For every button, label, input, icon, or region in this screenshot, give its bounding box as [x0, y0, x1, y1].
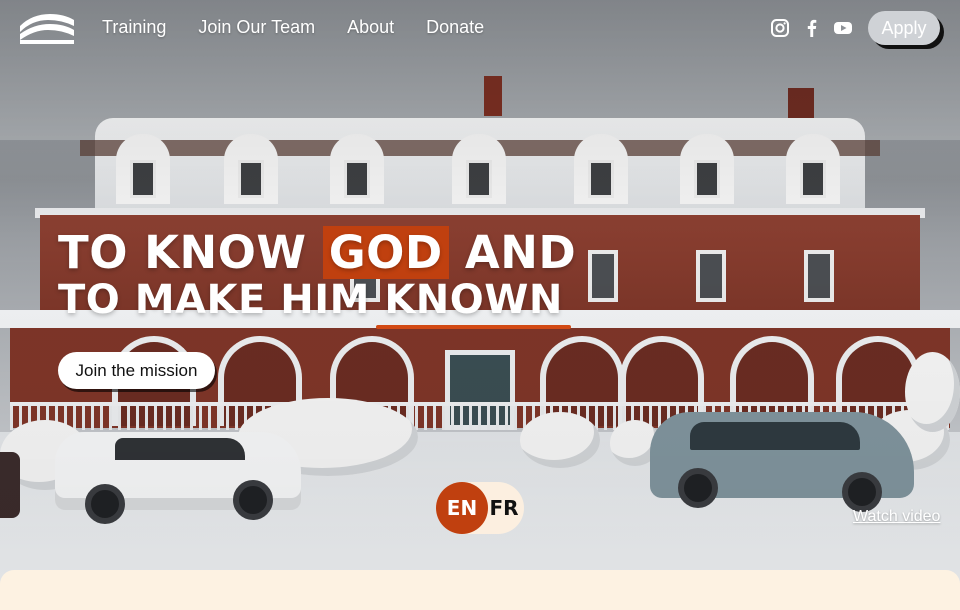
language-option-en[interactable]: EN: [436, 482, 488, 534]
nav-link-about[interactable]: About: [347, 17, 394, 38]
watch-video-link[interactable]: Watch video: [853, 508, 940, 526]
nav-link-join-our-team[interactable]: Join Our Team: [198, 17, 315, 38]
instagram-icon[interactable]: [770, 18, 790, 38]
headline-line-2: TO MAKE HIM KNOWN: [58, 278, 576, 322]
hero-headline: TO KNOW GOD AND TO MAKE HIM KNOWN: [58, 226, 577, 322]
facebook-icon[interactable]: [802, 18, 822, 38]
headline-text: TO KNOW: [58, 226, 323, 279]
logo-icon[interactable]: [18, 12, 76, 44]
language-option-fr[interactable]: FR: [486, 482, 522, 534]
next-section-panel: [0, 570, 960, 610]
headline-line-1: TO KNOW GOD AND: [58, 226, 577, 279]
headline-highlight-god: GOD: [322, 226, 449, 279]
nav-links: Training Join Our Team About Donate: [102, 17, 484, 38]
nav-link-donate[interactable]: Donate: [426, 17, 484, 38]
headline-text: TO MAKE HIM: [58, 277, 385, 323]
join-the-mission-button[interactable]: Join the mission: [58, 352, 215, 389]
youtube-icon[interactable]: [833, 18, 853, 38]
nav-link-training[interactable]: Training: [102, 17, 166, 38]
language-toggle[interactable]: EN FR: [436, 482, 524, 534]
top-navigation: Training Join Our Team About Donate Appl…: [0, 0, 960, 58]
apply-button[interactable]: Apply: [868, 11, 940, 45]
headline-text: AND: [448, 226, 577, 279]
headline-underlined-known: KNOWN: [384, 277, 563, 323]
